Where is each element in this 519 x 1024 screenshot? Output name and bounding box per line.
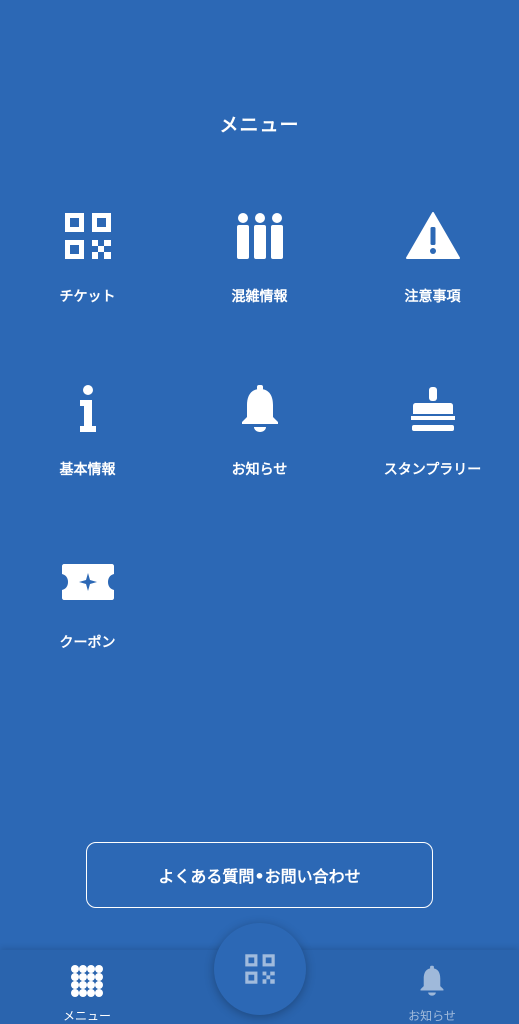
grid-dots-icon (69, 963, 105, 999)
menu-item-stamp-rally[interactable]: スタンプラリー (346, 379, 519, 509)
info-icon (58, 379, 118, 439)
nav-item-label: メニュー (62, 1009, 111, 1023)
menu-item-crowd[interactable]: 混雑情報 (173, 206, 346, 336)
faq-contact-button[interactable]: よくある質問•お問い合わせ (86, 842, 433, 908)
menu-item-label: クーポン (59, 635, 116, 651)
menu-item-label: スタンプラリー (383, 462, 482, 478)
bell-icon (230, 379, 290, 439)
ticket-qr-fab-button[interactable] (214, 923, 306, 1015)
nav-item-label: お知らせ (408, 1009, 456, 1023)
menu-item-label: チケット (59, 289, 116, 305)
menu-item-notes[interactable]: 注意事項 (346, 206, 519, 336)
menu-item-ticket[interactable]: チケット (1, 206, 174, 336)
menu-item-basic-info[interactable]: 基本情報 (1, 379, 174, 509)
warning-icon (403, 206, 463, 266)
page-title: メニュー (219, 114, 300, 136)
nav-item-news[interactable]: お知らせ (372, 950, 492, 1024)
menu-item-label: 注意事項 (404, 289, 461, 305)
nav-item-menu[interactable]: メニュー (27, 950, 147, 1024)
menu-item-news[interactable]: お知らせ (173, 379, 346, 509)
coupon-icon (58, 552, 118, 612)
qr-code-icon (244, 953, 276, 985)
stamp-icon (403, 379, 463, 439)
menu-item-label: 混雑情報 (231, 289, 288, 305)
menu-item-label: お知らせ (231, 462, 288, 478)
crowd-people-icon (230, 206, 290, 266)
menu-item-coupon[interactable]: クーポン (1, 552, 174, 682)
bell-icon (414, 963, 450, 999)
qr-code-icon (58, 206, 118, 266)
menu-item-label: 基本情報 (59, 462, 116, 478)
